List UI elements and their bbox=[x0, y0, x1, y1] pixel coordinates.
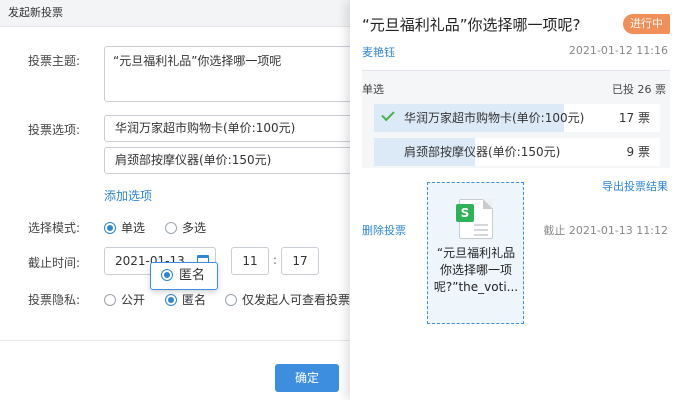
vote-count: 已投 26 票 bbox=[612, 83, 666, 96]
result-label: 华润万家超市购物卡(单价:100元) bbox=[404, 111, 585, 125]
options-label: 投票选项: bbox=[28, 123, 81, 137]
delete-vote-link[interactable]: 删除投票 bbox=[362, 222, 406, 238]
export-results-link[interactable]: 导出投票结果 bbox=[602, 178, 668, 194]
mode-text: 单选 bbox=[362, 83, 384, 96]
spreadsheet-app-icon: S bbox=[456, 204, 474, 222]
anon-radio-drag-preview: 匿名 bbox=[150, 262, 218, 290]
new-vote-dialog: 发起新投票 投票主题: “元旦福利礼品”你选择哪一项呢 投票选项: 华润万家超市… bbox=[0, 0, 360, 400]
deadline-text: 截止 2021-01-13 11:12 bbox=[543, 224, 668, 237]
deadline-minute-input[interactable]: 17 bbox=[281, 247, 319, 275]
privacy-anon-radio[interactable]: 匿名 bbox=[165, 291, 206, 308]
add-option-link[interactable]: 添加选项 bbox=[104, 187, 152, 204]
radio-unselected-icon bbox=[165, 222, 177, 234]
radio-unselected-icon bbox=[225, 294, 237, 306]
radio-unselected-icon bbox=[104, 294, 116, 306]
time-separator: : bbox=[273, 253, 278, 267]
privacy-initiator-radio[interactable]: 仅发起人可查看投票成 bbox=[225, 291, 360, 308]
mode-label: 选择模式: bbox=[28, 221, 81, 235]
result-row[interactable]: 肩颈部按摩仪器(单价:150元) 9 票 bbox=[374, 138, 660, 166]
deadline-label: 截止时间: bbox=[28, 256, 81, 270]
dialog-title: 发起新投票 bbox=[0, 0, 360, 27]
option-input-2[interactable]: 肩颈部按摩仪器(单价:150元) bbox=[104, 147, 360, 174]
radio-selected-icon bbox=[165, 294, 177, 306]
radio-selected-icon bbox=[104, 222, 116, 234]
dragged-file[interactable]: S “元旦福利礼品你选择哪一项呢?”the_voti... bbox=[427, 182, 524, 324]
confirm-button[interactable]: 确定 bbox=[275, 364, 339, 392]
file-name: “元旦福利礼品你选择哪一项呢?”the_voti... bbox=[433, 246, 519, 294]
status-badge: 进行中 bbox=[623, 14, 670, 34]
privacy-label: 投票隐私: bbox=[28, 293, 81, 307]
mode-single-radio[interactable]: 单选 bbox=[104, 219, 145, 236]
mode-multi-radio[interactable]: 多选 bbox=[165, 219, 206, 236]
option-input-1[interactable]: 华润万家超市购物卡(单价:100元) bbox=[104, 115, 360, 142]
subject-input[interactable]: “元旦福利礼品”你选择哪一项呢 bbox=[104, 46, 360, 102]
privacy-public-radio[interactable]: 公开 bbox=[104, 291, 145, 308]
vote-title: “元旦福利礼品”你选择哪一项呢? bbox=[362, 16, 581, 34]
author-link[interactable]: 麦艳钰 bbox=[362, 44, 395, 60]
created-time: 2021-01-12 11:16 bbox=[568, 44, 668, 57]
result-label: 肩颈部按摩仪器(单价:150元) bbox=[404, 145, 561, 159]
radio-selected-icon bbox=[161, 269, 173, 281]
deadline-hour-input[interactable]: 11 bbox=[231, 247, 269, 275]
spreadsheet-file-icon: S bbox=[456, 199, 493, 239]
result-row[interactable]: 华润万家超市购物卡(单价:100元) 17 票 bbox=[374, 104, 660, 132]
result-count: 17 票 bbox=[618, 111, 650, 125]
result-count: 9 票 bbox=[626, 145, 650, 159]
subject-label: 投票主题: bbox=[28, 54, 81, 68]
